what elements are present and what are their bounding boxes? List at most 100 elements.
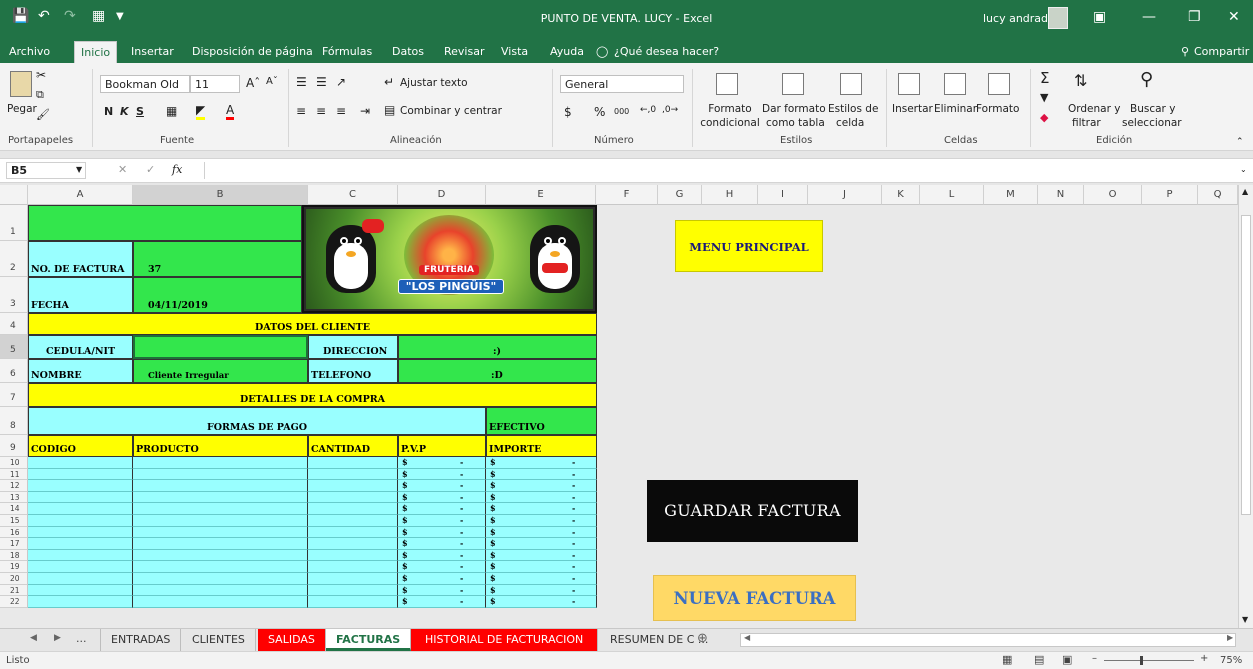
row-header[interactable]: 18 — [0, 549, 28, 562]
format-cells-button[interactable]: Formato — [976, 103, 1019, 115]
cell-a1[interactable] — [28, 205, 302, 241]
number-format-select[interactable]: General — [560, 75, 684, 93]
zoom-slider-thumb[interactable] — [1140, 656, 1143, 665]
col-header[interactable]: N — [1038, 185, 1084, 205]
scroll-thumb[interactable] — [1241, 215, 1251, 515]
tab-disposicion[interactable]: Disposición de página — [192, 45, 313, 58]
item-codigo-cell[interactable] — [28, 549, 133, 562]
date-value[interactable]: 04/11/2019 — [133, 277, 302, 313]
item-cantidad-cell[interactable] — [308, 561, 398, 573]
item-importe-cell[interactable]: $ - — [486, 573, 597, 585]
item-cantidad-cell[interactable] — [308, 457, 398, 469]
increase-font-icon[interactable]: Aˆ — [246, 76, 260, 90]
item-cantidad-cell[interactable] — [308, 515, 398, 527]
autosum-icon[interactable]: Σ — [1040, 69, 1049, 87]
item-cantidad-cell[interactable] — [308, 596, 398, 608]
bold-button[interactable]: N — [104, 105, 113, 118]
tab-inicio[interactable]: Inicio — [74, 41, 118, 63]
col-header[interactable]: C — [308, 185, 398, 205]
increase-decimal-icon[interactable]: ←,0 — [640, 105, 656, 115]
item-pvp-cell[interactable]: $ - — [398, 561, 486, 573]
item-importe-cell[interactable]: $ - — [486, 480, 597, 492]
item-pvp-cell[interactable]: $ - — [398, 526, 486, 539]
item-producto-cell[interactable] — [133, 526, 308, 539]
more-sheets-button[interactable]: ... — [76, 632, 87, 645]
sort-filter-button[interactable]: Ordenar y — [1068, 103, 1120, 115]
item-producto-cell[interactable] — [133, 480, 308, 492]
item-codigo-cell[interactable] — [28, 457, 133, 469]
row-header[interactable]: 12 — [0, 480, 28, 492]
tab-formulas[interactable]: Fórmulas — [322, 45, 372, 58]
orientation-icon[interactable]: ↗ — [336, 75, 346, 89]
col-header[interactable]: P — [1142, 185, 1198, 205]
item-codigo-cell[interactable] — [28, 584, 133, 597]
zoom-slider[interactable] — [1104, 660, 1194, 661]
item-pvp-cell[interactable]: $ - — [398, 573, 486, 585]
name-box-dropdown-icon[interactable]: ▼ — [76, 165, 82, 174]
col-header[interactable]: G — [658, 185, 702, 205]
insert-function-icon[interactable]: fx — [172, 163, 182, 176]
spreadsheet-grid[interactable]: A B C D E F G H I J K L M N O P Q 1 2 3 … — [0, 185, 1238, 628]
item-pvp-cell[interactable]: $ - — [398, 468, 486, 481]
scroll-up-icon[interactable]: ▲ — [1242, 187, 1248, 196]
italic-button[interactable]: K — [120, 105, 129, 118]
thousands-button[interactable]: 000 — [614, 107, 629, 116]
row-header[interactable]: 19 — [0, 561, 28, 573]
align-center-icon[interactable]: ≡ — [316, 104, 326, 118]
row-header[interactable]: 5 — [0, 335, 28, 359]
item-importe-cell[interactable]: $ - — [486, 503, 597, 515]
cut-icon[interactable]: ✂ — [36, 68, 46, 82]
sheet-tab-salidas[interactable]: SALIDAS — [258, 629, 326, 651]
row-header[interactable]: 9 — [0, 435, 28, 457]
tab-revisar[interactable]: Revisar — [444, 45, 484, 58]
paste-icon[interactable] — [10, 71, 32, 97]
row-header[interactable]: 22 — [0, 596, 28, 608]
item-producto-cell[interactable] — [133, 584, 308, 597]
borders-icon[interactable]: ▦ — [166, 104, 177, 118]
item-importe-cell[interactable]: $ - — [486, 515, 597, 527]
row-header[interactable]: 17 — [0, 538, 28, 550]
item-codigo-cell[interactable] — [28, 491, 133, 504]
row-header[interactable]: 14 — [0, 503, 28, 515]
save-invoice-button[interactable]: GUARDAR FACTURA — [647, 480, 858, 542]
insert-cells-button[interactable]: Insertar — [892, 103, 933, 115]
row-header[interactable]: 13 — [0, 491, 28, 504]
item-producto-cell[interactable] — [133, 573, 308, 585]
col-header[interactable]: M — [984, 185, 1038, 205]
item-codigo-cell[interactable] — [28, 480, 133, 492]
collapse-ribbon-icon[interactable]: ⌃ — [1236, 137, 1244, 147]
col-header[interactable]: B — [133, 185, 308, 205]
horizontal-scrollbar[interactable] — [740, 633, 1236, 647]
row-header[interactable]: 4 — [0, 313, 28, 335]
cancel-icon[interactable]: ✕ — [118, 163, 127, 176]
page-break-icon[interactable]: ▣ — [1062, 653, 1072, 666]
prev-sheet-icon[interactable]: ◀ — [30, 633, 37, 643]
normal-view-icon[interactable]: ▦ — [1002, 653, 1012, 666]
item-cantidad-cell[interactable] — [308, 526, 398, 539]
table-format-button[interactable]: Dar formato — [762, 103, 826, 115]
row-header[interactable]: 21 — [0, 584, 28, 597]
delete-cells-button[interactable]: Eliminar — [934, 103, 977, 115]
item-importe-cell[interactable]: $ - — [486, 584, 597, 597]
tab-ayuda[interactable]: Ayuda — [550, 45, 584, 58]
telefono-value[interactable]: :D — [398, 359, 597, 383]
item-producto-cell[interactable] — [133, 538, 308, 550]
paste-button[interactable]: Pegar — [7, 103, 37, 115]
add-sheet-icon[interactable]: ⊕ — [697, 631, 708, 646]
scroll-right-icon[interactable]: ▶ — [1227, 633, 1233, 642]
sheet-tab-clientes[interactable]: CLIENTES — [182, 629, 256, 651]
col-header[interactable]: A — [28, 185, 133, 205]
maximize-icon[interactable]: ❐ — [1188, 9, 1201, 25]
font-name-select[interactable]: Bookman Old — [100, 75, 190, 93]
item-cantidad-cell[interactable] — [308, 573, 398, 585]
direccion-value[interactable]: :) — [398, 335, 597, 359]
select-all-corner[interactable] — [0, 185, 28, 205]
payment-method-value[interactable]: EFECTIVO — [486, 407, 597, 435]
share-button[interactable]: Compartir — [1194, 45, 1249, 58]
avatar[interactable] — [1048, 7, 1068, 29]
item-producto-cell[interactable] — [133, 596, 308, 608]
font-color-icon[interactable]: A — [226, 103, 235, 120]
cedula-input[interactable] — [133, 335, 308, 359]
item-pvp-cell[interactable]: $ - — [398, 503, 486, 515]
item-producto-cell[interactable] — [133, 491, 308, 504]
